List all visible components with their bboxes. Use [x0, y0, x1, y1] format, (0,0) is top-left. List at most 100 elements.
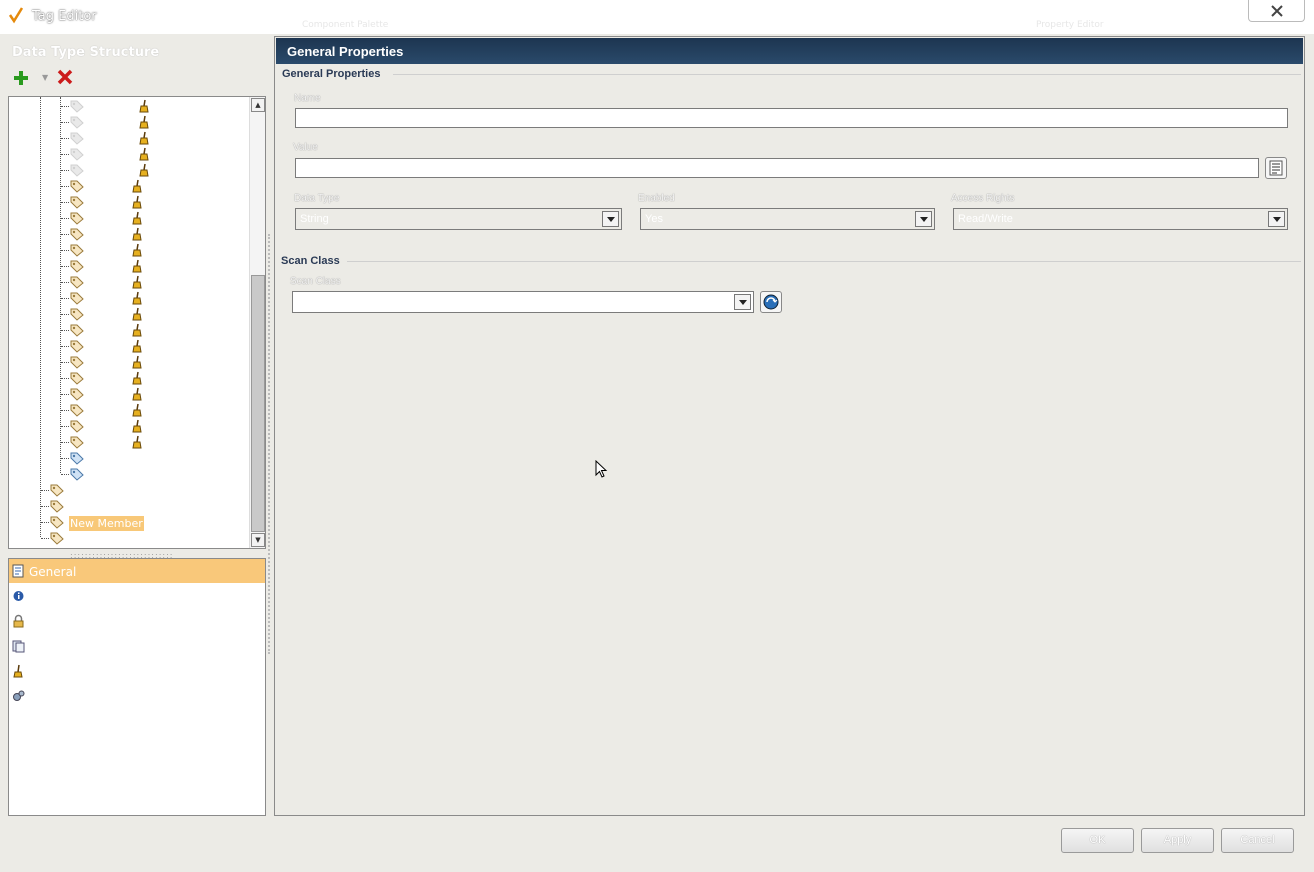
tree-branch-line	[41, 538, 49, 539]
tree-item[interactable]	[9, 195, 249, 211]
tag-icon	[70, 196, 84, 209]
close-button[interactable]	[1248, 0, 1305, 22]
category-security[interactable]	[9, 609, 265, 633]
tree-item[interactable]	[9, 115, 249, 131]
tree-item[interactable]	[9, 147, 249, 163]
value-field[interactable]	[295, 158, 1259, 178]
tree-item-new-member[interactable]: New Member	[69, 516, 144, 531]
tag-icon	[70, 244, 84, 257]
tree-item[interactable]	[9, 499, 249, 515]
cancel-button[interactable]: Cancel	[1221, 828, 1294, 853]
tag-icon	[70, 212, 84, 225]
category-general[interactable]: General	[9, 559, 265, 583]
tag-icon	[50, 500, 64, 513]
tree-item[interactable]	[9, 323, 249, 339]
enabled-value: Yes	[645, 213, 663, 225]
tag-icon	[70, 180, 84, 193]
tree-item[interactable]	[9, 435, 249, 451]
background-tab-2: Property Editor	[1036, 20, 1104, 30]
alarm-icon	[132, 339, 142, 353]
general-properties-section-title: General Properties	[282, 68, 381, 80]
tree-branch-line	[61, 362, 69, 363]
property-category-list[interactable]: General	[8, 558, 266, 816]
info-icon	[13, 591, 24, 601]
alarm-icon	[132, 435, 142, 449]
chevron-down-icon[interactable]	[734, 294, 751, 310]
tree-item[interactable]	[9, 99, 249, 115]
enabled-select[interactable]: Yes	[640, 208, 935, 230]
tree-branch-line	[61, 298, 69, 299]
tag-icon	[70, 420, 84, 433]
scroll-thumb[interactable]	[251, 275, 265, 532]
category-expressions[interactable]	[9, 634, 265, 658]
chevron-down-icon[interactable]	[915, 211, 932, 227]
apply-button[interactable]: Apply	[1141, 828, 1214, 853]
category-label: General	[29, 565, 77, 579]
tree-item[interactable]	[9, 259, 249, 275]
tree-item[interactable]	[9, 355, 249, 371]
tag-icon	[70, 388, 84, 401]
add-icon[interactable]	[12, 69, 30, 87]
access-rights-select[interactable]: Read/Write	[953, 208, 1288, 230]
tree-item[interactable]	[9, 387, 249, 403]
tree-branch-line	[61, 474, 69, 475]
tag-icon	[70, 148, 84, 161]
tree-item[interactable]	[9, 243, 249, 259]
vertical-splitter[interactable]	[268, 234, 272, 654]
properties-panel: General Properties General Properties Na…	[274, 36, 1305, 816]
tree-item[interactable]	[9, 371, 249, 387]
edit-list-icon	[1269, 160, 1283, 176]
tree-item[interactable]	[9, 163, 249, 179]
tag-icon	[50, 516, 64, 529]
tree-branch-line	[61, 458, 69, 459]
tree-item[interactable]	[9, 339, 249, 355]
category-alarms[interactable]	[9, 659, 265, 683]
alarm-icon	[132, 211, 142, 225]
tree-item[interactable]	[9, 483, 249, 499]
tag-icon	[70, 100, 84, 113]
tag-icon	[70, 228, 84, 241]
scroll-down-button[interactable]: ▼	[251, 533, 265, 547]
tree-item[interactable]	[9, 275, 249, 291]
tree-scrollbar[interactable]: ▲ ▼	[249, 97, 265, 548]
tree-item[interactable]	[9, 403, 249, 419]
tree-item[interactable]	[9, 291, 249, 307]
data-type-tree[interactable]: New Member ▲ ▼	[8, 96, 266, 549]
tree-item[interactable]	[9, 211, 249, 227]
scan-class-select[interactable]	[292, 291, 754, 313]
chevron-down-icon[interactable]	[602, 211, 619, 227]
add-dropdown-icon[interactable]: ▼	[42, 73, 48, 82]
alarm-icon	[132, 259, 142, 273]
value-edit-button[interactable]	[1265, 157, 1287, 179]
tree-item[interactable]	[9, 419, 249, 435]
tree-item[interactable]	[9, 531, 249, 547]
properties-header: General Properties	[276, 38, 1303, 64]
category-metadata[interactable]	[9, 584, 265, 608]
tree-item[interactable]	[9, 131, 249, 147]
tree-branch-line	[41, 490, 49, 491]
tree-branch-line	[41, 506, 49, 507]
name-field[interactable]	[295, 108, 1288, 128]
tree-item[interactable]	[9, 467, 249, 483]
alarm-icon	[132, 387, 142, 401]
delete-icon[interactable]	[56, 68, 74, 86]
tree-branch-line	[61, 234, 69, 235]
category-scaling[interactable]	[9, 684, 265, 708]
tree-item[interactable]	[9, 307, 249, 323]
scan-class-edit-button[interactable]	[760, 291, 782, 313]
ok-button[interactable]: OK	[1061, 828, 1134, 853]
scroll-up-button[interactable]: ▲	[251, 98, 265, 112]
tree-item[interactable]	[9, 227, 249, 243]
tag-icon	[70, 276, 84, 289]
data-type-select[interactable]: String	[295, 208, 622, 230]
tree-branch-line	[61, 346, 69, 347]
alarm-icon	[132, 179, 142, 193]
alarm-icon	[139, 131, 149, 145]
gears-icon	[13, 690, 25, 701]
tree-item[interactable]	[9, 451, 249, 467]
chevron-down-icon[interactable]	[1268, 211, 1285, 227]
tree-branch-line	[61, 426, 69, 427]
tree-item[interactable]	[9, 179, 249, 195]
alarm-icon	[139, 115, 149, 129]
alarm-icon	[132, 243, 142, 257]
